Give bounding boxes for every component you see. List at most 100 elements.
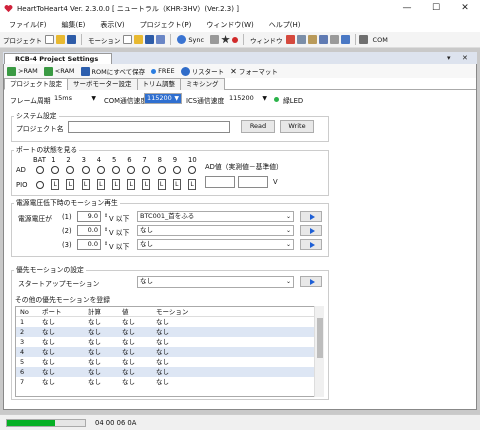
com-port-icon[interactable] — [358, 35, 368, 44]
low-voltage-play-button[interactable] — [300, 239, 322, 250]
pio-port-state[interactable]: L — [81, 179, 90, 190]
tab-servo-settings[interactable]: サーボモーター設定 — [67, 77, 138, 90]
tab-trim[interactable]: トリム調整 — [136, 77, 181, 90]
voltage-spin-icon[interactable]: ⇕ — [104, 241, 108, 247]
pio-port-state[interactable]: L — [112, 179, 120, 190]
pio-port-state[interactable]: L — [188, 179, 196, 190]
pio-port-state[interactable]: L — [142, 179, 151, 190]
minimize-button[interactable]: — — [392, 0, 422, 16]
voltage-unit-label: V 以下 — [109, 229, 130, 237]
project-name-label: プロジェクト名 — [16, 125, 64, 133]
status-bar: 04 00 06 0A — [0, 414, 480, 430]
col-calc: 計算 — [88, 308, 101, 316]
menu-file[interactable]: ファイル(F) — [9, 18, 47, 32]
servo-icon[interactable] — [210, 35, 220, 44]
save-project-icon[interactable] — [67, 35, 76, 44]
frame-period-select[interactable]: 15ms ▼ — [51, 93, 99, 104]
menu-edit[interactable]: 編集(E) — [62, 18, 86, 32]
startup-motion-select[interactable]: なし ⌄ — [137, 276, 294, 288]
record-icon[interactable] — [232, 36, 239, 43]
menu-help[interactable]: ヘルプ(H) — [269, 18, 301, 32]
save-all-icon[interactable] — [156, 35, 166, 44]
grid-icon[interactable] — [318, 35, 328, 44]
chevron-down-icon: ⌄ — [285, 213, 291, 220]
panel-icon[interactable] — [329, 35, 339, 44]
maximize-button[interactable]: ☐ — [421, 0, 451, 16]
table-scrollbar[interactable] — [314, 306, 324, 397]
table-cell: なし — [156, 318, 169, 326]
chevron-down-icon: ▼ — [174, 95, 179, 102]
menu-project[interactable]: プロジェクト(P) — [140, 18, 192, 32]
menu-window[interactable]: ウィンドウ(W) — [206, 18, 253, 32]
table-cell: なし — [88, 328, 101, 336]
open-motion-icon[interactable] — [134, 35, 144, 44]
table-cell: なし — [122, 378, 135, 386]
voltage-row-index: (1) — [62, 213, 72, 221]
restart-icon — [180, 66, 190, 76]
table-header: No ポート 計算 値 モーション — [16, 307, 323, 317]
pio-port-state[interactable]: L — [157, 179, 166, 190]
free-dot-icon — [151, 68, 157, 74]
table-row[interactable]: 4 なし なし なし なし — [16, 347, 323, 357]
config-bar: フレーム周期 15ms ▼ COM通信速度 115200 ▼ ICS通信速度 115… — [4, 92, 476, 106]
col-value: 値 — [122, 308, 129, 316]
table-cell: なし — [122, 318, 135, 326]
table-row[interactable]: 3 なし なし なし なし — [16, 337, 323, 347]
tab-list-dropdown-icon[interactable]: ▾ — [447, 52, 451, 64]
table-cell: なし — [42, 328, 55, 336]
pen-icon[interactable] — [285, 35, 295, 44]
sync-button[interactable]: Sync — [177, 32, 204, 48]
low-voltage-play-button[interactable] — [300, 225, 322, 236]
star-icon[interactable] — [221, 35, 230, 44]
voltage-threshold-input[interactable]: 0.0 — [77, 225, 101, 236]
tab-mixing[interactable]: ミキシング — [180, 77, 225, 90]
voltage-spin-icon[interactable]: ⇕ — [104, 227, 108, 233]
low-voltage-motion-select[interactable]: なし ⌄ — [137, 225, 294, 236]
pio-port-state[interactable]: L — [51, 179, 60, 190]
table-row[interactable]: 1 なし なし なし なし — [16, 317, 323, 327]
table-cell: なし — [88, 318, 101, 326]
com-speed-select[interactable]: 115200 ▼ — [144, 93, 182, 104]
pio-port-state[interactable]: L — [96, 179, 105, 190]
pio-port-state[interactable]: L — [66, 179, 75, 190]
voltage-spin-icon[interactable]: ⇕ — [104, 213, 108, 219]
table-row[interactable]: 2 なし なし なし なし — [16, 327, 323, 337]
tool-icon[interactable] — [296, 35, 306, 44]
voltage-threshold-input[interactable]: 0.0 — [77, 239, 101, 250]
new-motion-icon[interactable] — [123, 35, 133, 44]
low-voltage-motion-select[interactable]: BTC001_首をふる ⌄ — [137, 211, 294, 222]
voltage-threshold-input[interactable]: 9.0 — [77, 211, 101, 222]
ics-speed-label: ICS通信速度 — [186, 97, 225, 105]
project-name-input[interactable] — [68, 121, 230, 133]
format-button[interactable]: ✕ フォーマット — [230, 63, 278, 79]
open-project-icon[interactable] — [56, 35, 65, 44]
pio-port-state[interactable]: L — [127, 179, 136, 190]
led-label[interactable]: 緑LED — [283, 95, 303, 105]
menu-view[interactable]: 表示(V) — [100, 18, 124, 32]
low-voltage-play-button[interactable] — [300, 211, 322, 222]
save-motion-icon[interactable] — [145, 35, 155, 44]
window-toolbar-label: ウィンドウ — [250, 36, 283, 45]
scrollbar-thumb[interactable] — [317, 318, 323, 358]
port-column-label: 3 — [81, 156, 86, 164]
table-row[interactable]: 6 なし なし なし なし — [16, 367, 323, 377]
table-row[interactable]: 5 なし なし なし なし — [16, 357, 323, 367]
info-icon[interactable] — [340, 35, 350, 44]
table-cell: なし — [156, 368, 169, 376]
table-cell: 2 — [20, 328, 25, 336]
ics-speed-select[interactable]: 115200 ▼ — [226, 93, 270, 104]
tab-project-settings[interactable]: プロジェクト設定 — [4, 77, 68, 90]
pose-icon[interactable] — [307, 35, 317, 44]
read-button[interactable]: Read — [241, 120, 275, 133]
low-voltage-motion-select[interactable]: なし ⌄ — [137, 239, 294, 250]
pio-port-state[interactable]: L — [172, 179, 181, 190]
ad-actual-field — [205, 176, 235, 188]
new-project-icon[interactable] — [45, 35, 54, 44]
col-no: No — [20, 308, 29, 316]
ram-up-icon — [7, 66, 16, 76]
startup-play-button[interactable] — [300, 276, 322, 287]
write-button[interactable]: Write — [280, 120, 314, 133]
close-button[interactable]: ✕ — [450, 0, 480, 16]
document-close-icon[interactable]: ✕ — [462, 52, 468, 64]
table-row[interactable]: 7 なし なし なし なし — [16, 377, 323, 387]
